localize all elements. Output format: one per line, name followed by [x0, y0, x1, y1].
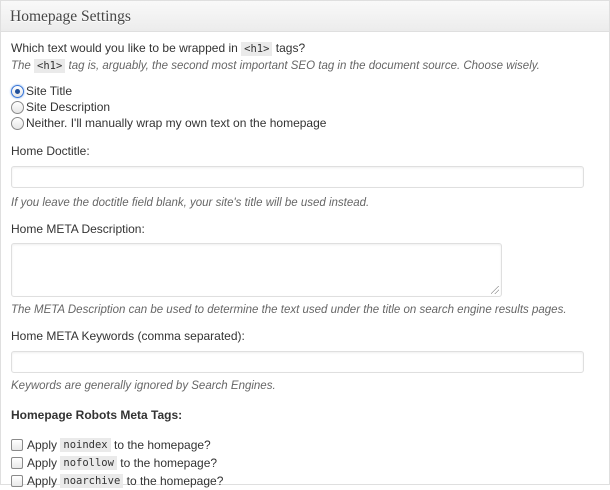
h1-question-code: <h1>	[241, 42, 273, 56]
checkbox-label: Apply	[27, 456, 58, 470]
radio-button[interactable]	[11, 116, 24, 130]
meta-description-label: Home META Description:	[11, 222, 145, 236]
robots-heading: Homepage Robots Meta Tags:	[11, 408, 183, 422]
panel-content: Which text would you like to be wrapped …	[1, 32, 609, 490]
nofollow-code: nofollow	[60, 456, 117, 470]
robots-checkbox-group: Apply noindex to the homepage? Apply nof…	[11, 436, 599, 490]
checkbox[interactable]	[11, 439, 23, 451]
doctitle-input[interactable]	[11, 166, 584, 188]
doctitle-label: Home Doctitle:	[11, 144, 90, 158]
checkbox-noindex[interactable]: Apply noindex to the homepage?	[11, 436, 599, 454]
meta-keywords-desc: Keywords are generally ignored by Search…	[11, 380, 276, 392]
h1-question: Which text would you like to be wrapped …	[11, 41, 599, 57]
homepage-settings-panel: Homepage Settings Which text would you l…	[0, 0, 610, 488]
radio-label: Site Title	[26, 84, 73, 98]
h1-radio-group: Site Title Site Description Neither. I'l…	[11, 83, 599, 131]
meta-description-textarea[interactable]	[11, 243, 502, 297]
h1-question-text-end: tags?	[275, 41, 306, 55]
checkbox-label-end: to the homepage?	[120, 456, 218, 470]
radio-label: Neither. I'll manually wrap my own text …	[26, 116, 327, 130]
h1-desc-text: The	[11, 60, 31, 72]
checkbox-label-end: to the homepage?	[113, 438, 211, 452]
resize-handle-icon[interactable]	[491, 286, 499, 294]
checkbox-label-end: to the homepage?	[126, 474, 224, 488]
checkbox-nofollow[interactable]: Apply nofollow to the homepage?	[11, 454, 599, 472]
radio-button-selected[interactable]	[11, 84, 24, 98]
meta-keywords-input[interactable]	[11, 351, 584, 373]
checkbox[interactable]	[11, 457, 23, 469]
meta-keywords-label: Home META Keywords (comma separated):	[11, 329, 245, 343]
h1-question-text: Which text would you like to be wrapped …	[11, 41, 238, 55]
h1-description: The <h1> tag is, arguably, the second mo…	[11, 59, 599, 73]
radio-button[interactable]	[11, 100, 24, 114]
checkbox[interactable]	[11, 475, 23, 487]
noarchive-code: noarchive	[60, 474, 124, 488]
checkbox-label: Apply	[27, 474, 58, 488]
radio-option-site-description[interactable]: Site Description	[11, 99, 599, 115]
radio-option-neither[interactable]: Neither. I'll manually wrap my own text …	[11, 115, 599, 131]
doctitle-description: If you leave the doctitle field blank, y…	[11, 197, 370, 209]
radio-label: Site Description	[26, 100, 111, 114]
noindex-code: noindex	[60, 438, 111, 452]
checkbox-noarchive[interactable]: Apply noarchive to the homepage?	[11, 472, 599, 490]
meta-description-desc: The META Description can be used to dete…	[11, 304, 567, 316]
panel-title: Homepage Settings	[1, 1, 609, 32]
checkbox-label: Apply	[27, 438, 58, 452]
radio-option-site-title[interactable]: Site Title	[11, 83, 599, 99]
h1-desc-text-end: tag is, arguably, the second most import…	[68, 60, 540, 72]
h1-desc-code: <h1>	[34, 59, 66, 73]
